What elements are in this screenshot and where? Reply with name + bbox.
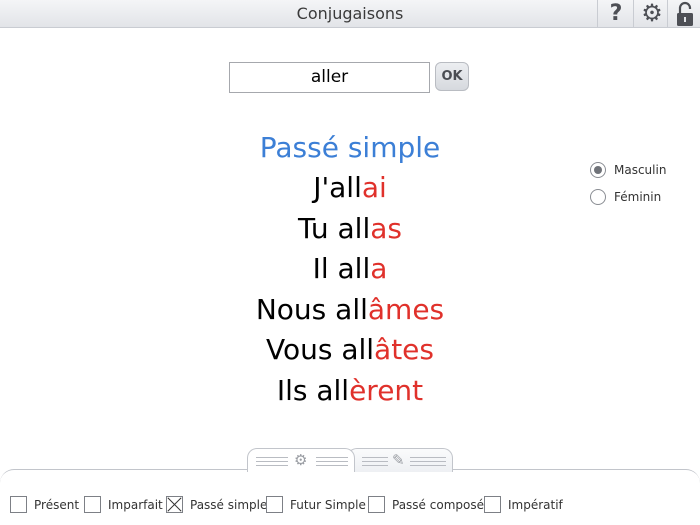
checkbox[interactable] xyxy=(84,496,101,513)
gear-icon: ⚙ xyxy=(294,451,308,469)
pencil-icon: ✎ xyxy=(392,451,405,469)
conjugation-line: Tu allas xyxy=(150,209,550,250)
verb-search-input[interactable]: aller xyxy=(229,62,430,93)
ok-button[interactable]: OK xyxy=(435,62,469,91)
radio-button[interactable] xyxy=(590,162,606,178)
verb-stem: Nous all xyxy=(255,292,368,326)
title-bar: Conjugaisons ? ⚙ xyxy=(0,0,700,28)
radio-button[interactable] xyxy=(590,189,606,205)
tab-grip xyxy=(316,457,348,466)
checkbox[interactable] xyxy=(10,496,27,513)
tense-title: Passé simple xyxy=(259,131,441,164)
option-label: Passé composé xyxy=(392,498,484,512)
verb-ending: ai xyxy=(361,171,387,204)
option-label: Présent xyxy=(34,498,80,512)
verb-stem: Ils all xyxy=(276,373,350,407)
verb-ending: èrent xyxy=(349,373,424,407)
checkbox[interactable] xyxy=(368,496,385,513)
gear-icon[interactable]: ⚙ xyxy=(638,1,666,27)
conjugation-line: Ils allèrent xyxy=(150,371,550,412)
radio-label: Féminin xyxy=(614,190,662,204)
verb-ending: a xyxy=(370,252,388,286)
conjugation-line: Nous allâmes xyxy=(150,290,550,331)
conjugation-line: Il alla xyxy=(150,249,550,290)
verb-stem: Vous all xyxy=(265,333,375,367)
conjugation-line: Vous allâtes xyxy=(150,330,550,371)
window-title: Conjugaisons xyxy=(296,4,404,23)
tab-grip xyxy=(362,457,388,466)
toolbar-separator xyxy=(667,0,668,28)
toolbar-separator xyxy=(633,0,634,28)
panel-tabs: ⚙ ✎ xyxy=(247,448,455,472)
tab-settings[interactable]: ⚙ xyxy=(247,448,355,472)
option-label: Imparfait xyxy=(108,498,163,512)
tab-grip xyxy=(410,457,446,466)
checkbox[interactable] xyxy=(484,496,501,513)
lock-icon[interactable] xyxy=(671,1,699,27)
conjugation-line: J'allai xyxy=(150,168,550,209)
toolbar-separator xyxy=(597,0,598,28)
verb-ending: âtes xyxy=(374,333,434,367)
tab-edit[interactable]: ✎ xyxy=(347,448,453,472)
verb-stem: Tu all xyxy=(298,211,371,245)
help-icon[interactable]: ? xyxy=(602,1,630,27)
checkbox[interactable] xyxy=(266,496,283,513)
verb-stem: Il all xyxy=(312,252,371,286)
verb-stem: J'all xyxy=(313,171,362,204)
option-label: Passé simple xyxy=(190,498,268,512)
option-label: Futur Simple xyxy=(290,498,366,512)
conjugation-table: Passé simple J'allai Tu allas Il alla No… xyxy=(150,128,550,412)
option-label: Impératif xyxy=(508,498,563,512)
radio-label: Masculin xyxy=(614,163,667,177)
checkbox[interactable] xyxy=(166,496,183,513)
verb-ending: âmes xyxy=(367,292,445,326)
verb-ending: as xyxy=(370,211,402,245)
tab-grip xyxy=(256,457,288,466)
